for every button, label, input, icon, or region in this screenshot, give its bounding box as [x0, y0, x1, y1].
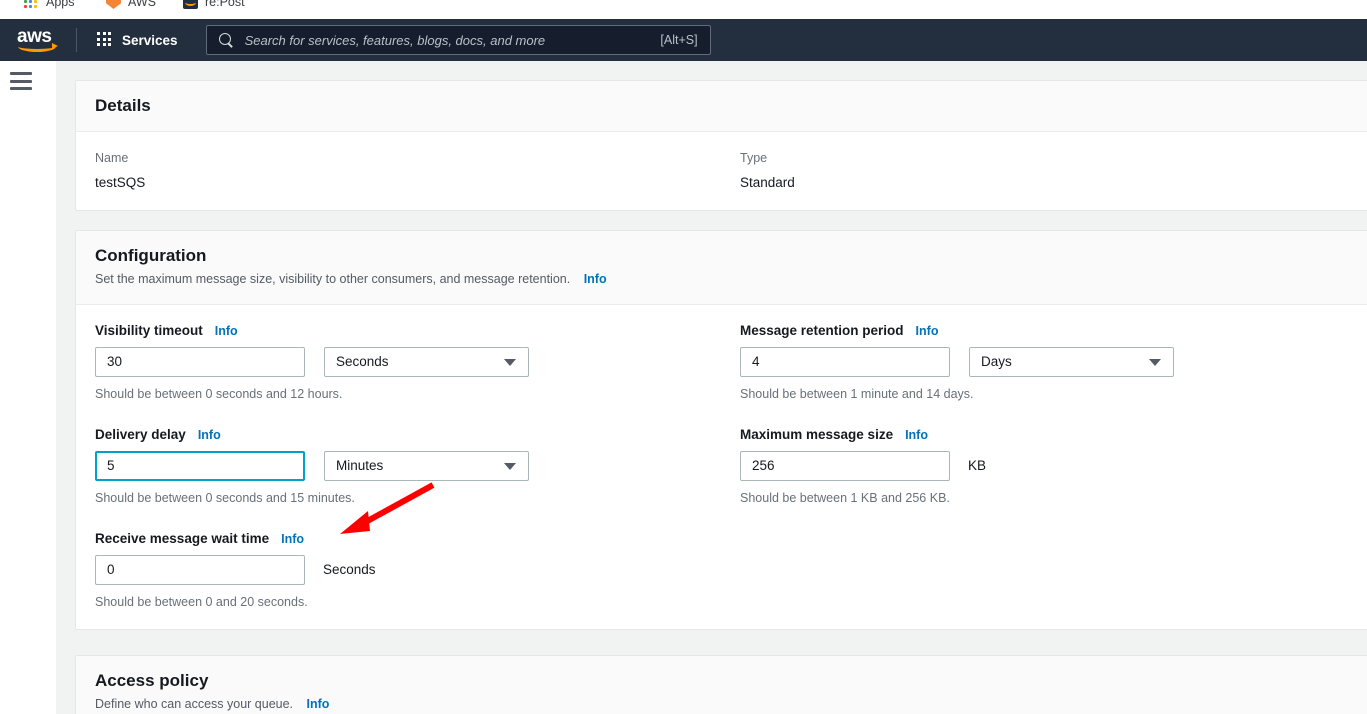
maximum-message-size-info-link[interactable]: Info — [905, 428, 928, 442]
details-card-header: Details — [76, 81, 1367, 132]
access-policy-title: Access policy — [95, 671, 209, 690]
receive-message-wait-time-hint: Should be between 0 and 20 seconds. — [95, 594, 308, 609]
configuration-info-link[interactable]: Info — [584, 272, 607, 286]
access-policy-info-link[interactable]: Info — [307, 697, 330, 711]
configuration-description-text: Set the maximum message size, visibility… — [95, 272, 571, 287]
delivery-delay-unit-value: Minutes — [336, 458, 384, 474]
visibility-timeout-unit-value: Seconds — [336, 354, 389, 370]
delivery-delay-unit-select[interactable]: Minutes — [324, 450, 529, 481]
visibility-timeout-info-link[interactable]: Info — [215, 324, 238, 338]
aws-top-navigation: aws Services Search for services, featur… — [0, 19, 1367, 61]
delivery-delay-hint: Should be between 0 seconds and 15 minut… — [95, 490, 355, 505]
message-retention-period-input[interactable] — [740, 346, 950, 377]
browser-bookmarks-bar: Apps AWS re:Post — [0, 0, 1367, 19]
chevron-down-icon — [504, 462, 516, 470]
services-menu-button[interactable]: Services — [91, 26, 184, 54]
bookmark-aws[interactable]: AWS — [106, 0, 156, 9]
detail-field-type: Type Standard — [740, 150, 1367, 190]
hamburger-icon[interactable] — [10, 72, 32, 90]
aws-smile-icon — [18, 41, 58, 52]
visibility-timeout-hint: Should be between 0 seconds and 12 hours… — [95, 386, 343, 401]
delivery-delay-label: Delivery delay — [95, 426, 186, 442]
search-icon — [218, 32, 234, 48]
visibility-timeout-label: Visibility timeout — [95, 322, 203, 338]
services-label: Services — [122, 32, 178, 48]
field-maximum-message-size: Maximum message size Info KB Should be b… — [740, 427, 1367, 505]
main-content-area: Details Name testSQS Type Standard Confi… — [56, 61, 1367, 714]
message-retention-period-unit-value: Days — [981, 354, 1012, 370]
configuration-card-body: Visibility timeout Info Seconds Shoul — [76, 305, 1367, 629]
access-policy-description: Define who can access your queue. Info — [95, 696, 1367, 714]
message-retention-period-info-link[interactable]: Info — [916, 324, 939, 338]
configuration-left-column: Visibility timeout Info Seconds Shoul — [95, 323, 740, 609]
global-search-box[interactable]: Search for services, features, blogs, do… — [205, 25, 711, 55]
detail-type-label: Type — [740, 151, 768, 166]
configuration-card: Configuration Set the maximum message si… — [75, 230, 1367, 630]
search-input[interactable]: Search for services, features, blogs, do… — [245, 33, 661, 48]
details-title: Details — [95, 96, 151, 115]
chevron-down-icon — [504, 358, 516, 366]
detail-name-value: testSQS — [95, 175, 146, 191]
repost-icon — [183, 0, 198, 9]
receive-message-wait-time-input[interactable] — [95, 554, 305, 585]
search-shortcut-hint: [Alt+S] — [660, 33, 698, 47]
message-retention-period-hint: Should be between 1 minute and 14 days. — [740, 386, 974, 401]
message-retention-period-unit-select[interactable]: Days — [969, 346, 1174, 377]
visibility-timeout-input[interactable] — [95, 346, 305, 377]
maximum-message-size-label: Maximum message size — [740, 426, 894, 442]
aws-shield-icon — [106, 0, 121, 9]
nav-divider — [76, 28, 77, 52]
field-receive-message-wait-time: Receive message wait time Info Seconds S… — [95, 531, 740, 609]
delivery-delay-info-link[interactable]: Info — [198, 428, 221, 442]
configuration-right-column: Message retention period Info Days Sh — [740, 323, 1367, 609]
configuration-card-header: Configuration Set the maximum message si… — [76, 231, 1367, 305]
left-sidebar-rail — [0, 61, 56, 714]
apps-grid-icon — [24, 0, 39, 9]
access-policy-card-header: Access policy Define who can access your… — [76, 656, 1367, 714]
grid-icon — [97, 32, 113, 48]
field-message-retention-period: Message retention period Info Days Sh — [740, 323, 1367, 401]
configuration-title: Configuration — [95, 246, 207, 265]
chevron-down-icon — [1149, 358, 1161, 366]
bookmark-repost-label: re:Post — [205, 0, 245, 9]
details-card: Details Name testSQS Type Standard — [75, 80, 1367, 212]
bookmark-aws-label: AWS — [128, 0, 157, 9]
message-retention-period-label: Message retention period — [740, 322, 904, 338]
detail-name-label: Name — [95, 151, 129, 166]
maximum-message-size-input[interactable] — [740, 450, 950, 481]
detail-field-name: Name testSQS — [95, 150, 740, 190]
receive-message-wait-time-unit: Seconds — [323, 562, 376, 578]
page-body: Details Name testSQS Type Standard Confi… — [0, 61, 1367, 714]
field-visibility-timeout: Visibility timeout Info Seconds Shoul — [95, 323, 740, 401]
detail-type-value: Standard — [740, 175, 795, 191]
delivery-delay-input[interactable] — [95, 450, 305, 481]
bookmark-apps-label: Apps — [46, 0, 75, 9]
receive-message-wait-time-info-link[interactable]: Info — [281, 532, 304, 546]
aws-logo-icon[interactable]: aws — [16, 25, 60, 55]
maximum-message-size-unit: KB — [968, 458, 987, 474]
maximum-message-size-hint: Should be between 1 KB and 256 KB. — [740, 490, 950, 505]
bookmark-apps[interactable]: Apps — [24, 0, 75, 9]
access-policy-card: Access policy Define who can access your… — [75, 655, 1367, 714]
visibility-timeout-unit-select[interactable]: Seconds — [324, 346, 529, 377]
field-delivery-delay: Delivery delay Info Minutes Should be — [95, 427, 740, 505]
details-card-body: Name testSQS Type Standard — [76, 131, 1367, 210]
bookmark-repost[interactable]: re:Post — [183, 0, 245, 9]
receive-message-wait-time-label: Receive message wait time — [95, 530, 270, 546]
access-policy-description-text: Define who can access your queue. — [95, 697, 294, 712]
configuration-description: Set the maximum message size, visibility… — [95, 271, 1367, 289]
